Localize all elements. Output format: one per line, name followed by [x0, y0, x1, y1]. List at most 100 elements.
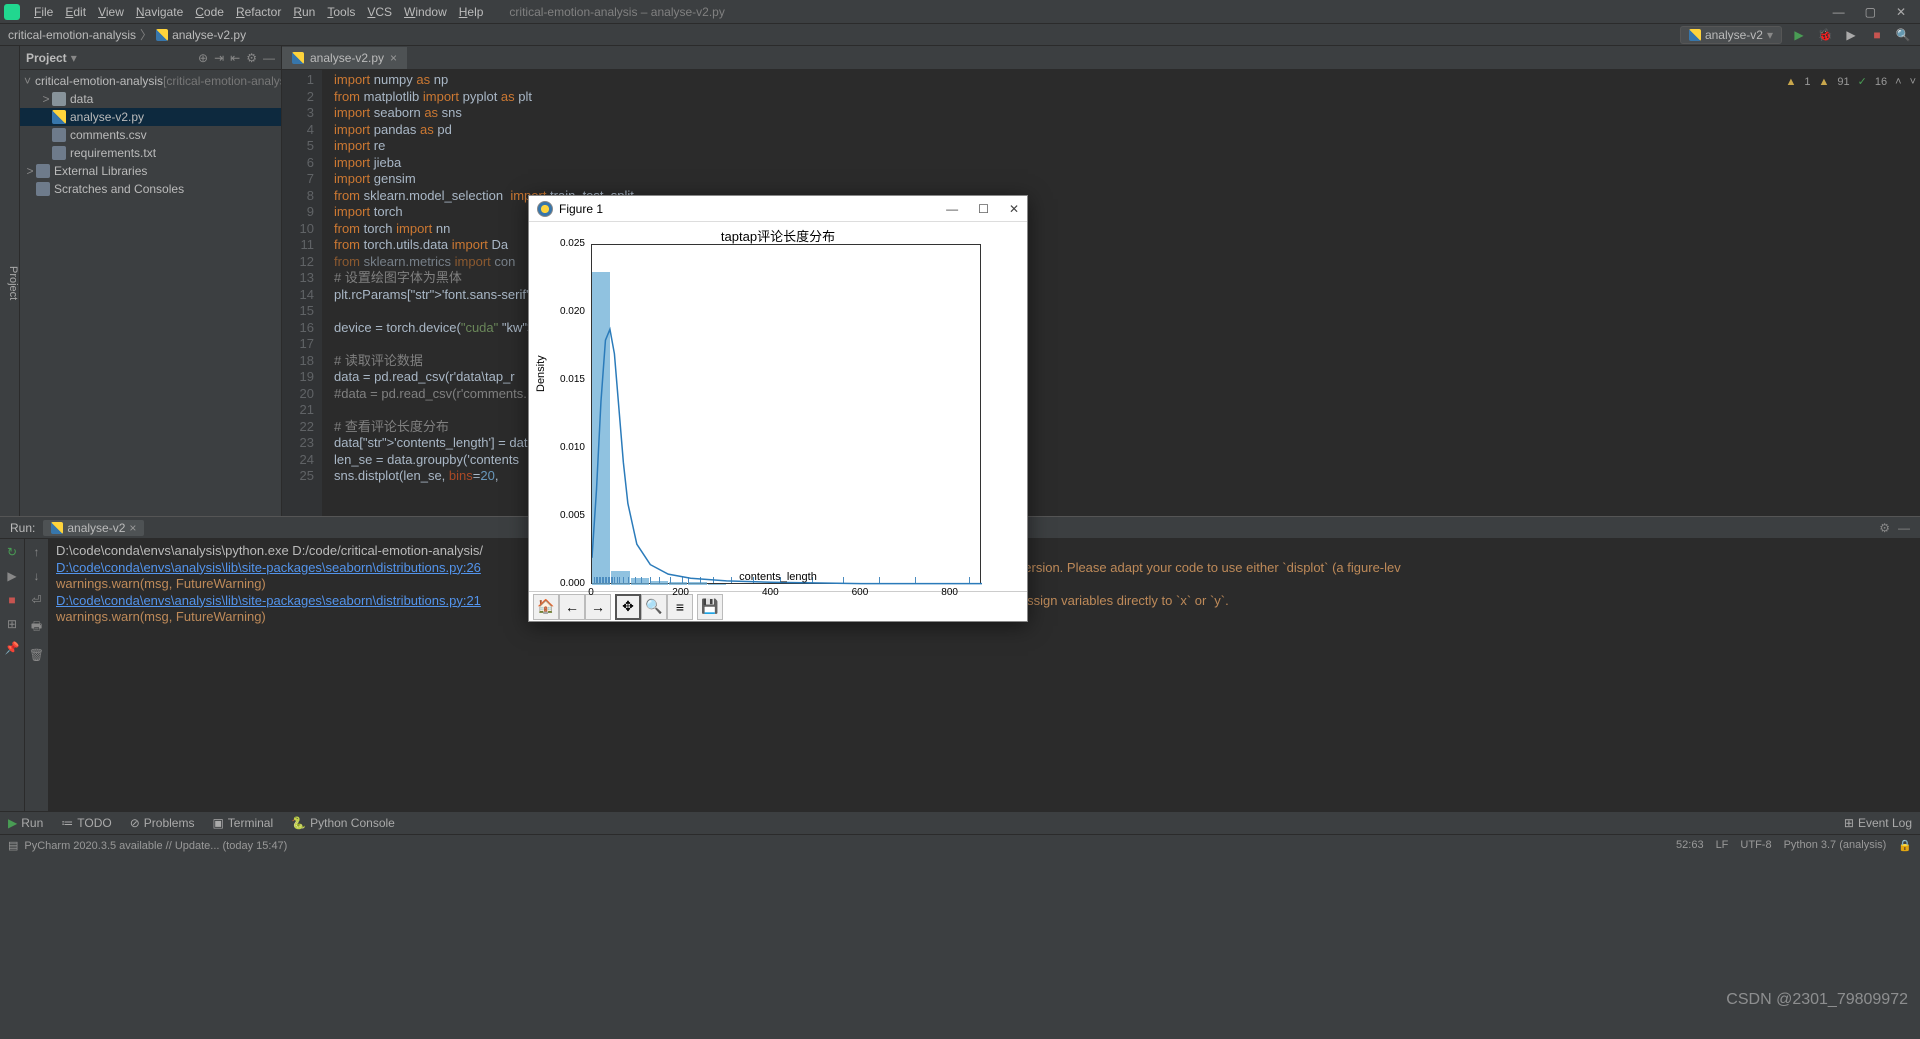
- matplotlib-icon: [537, 201, 553, 217]
- chevron-down-icon: ▾: [1767, 28, 1773, 42]
- breadcrumb: critical-emotion-analysis 〉 analyse-v2.p…: [0, 24, 1920, 46]
- menu-refactor[interactable]: Refactor: [230, 5, 287, 19]
- home-icon[interactable]: 🏠: [533, 594, 559, 620]
- launch-icon[interactable]: ▶: [7, 569, 16, 583]
- encoding[interactable]: UTF-8: [1740, 839, 1771, 852]
- close-icon[interactable]: ×: [390, 51, 397, 65]
- plot-axes: [591, 244, 981, 584]
- hide-icon[interactable]: —: [263, 51, 275, 65]
- crumb-file[interactable]: analyse-v2.py: [172, 28, 246, 42]
- run-tab[interactable]: analyse-v2 ×: [43, 520, 144, 536]
- figure-title: Figure 1: [559, 202, 603, 216]
- close-icon[interactable]: ×: [129, 521, 136, 535]
- project-panel: Project ▾ ⊕ ⇥ ⇤ ⚙ — ˅critical-emotion-an…: [20, 46, 282, 516]
- wrap-icon[interactable]: ⏎: [31, 593, 41, 607]
- line-separator[interactable]: LF: [1716, 839, 1729, 852]
- project-tree[interactable]: ˅critical-emotion-analysis [critical-emo…: [20, 70, 281, 516]
- menu-bar: FileEditViewNavigateCodeRefactorRunTools…: [0, 0, 1920, 24]
- editor-tab-label: analyse-v2.py: [310, 51, 384, 65]
- tree-item[interactable]: analyse-v2.py: [20, 108, 281, 126]
- lock-icon[interactable]: 🔒: [1898, 839, 1912, 852]
- bottom-tool-stripe: ▶Run ≔ TODO ⊘ Problems ▣ Terminal 🐍 Pyth…: [0, 811, 1920, 834]
- tree-item[interactable]: comments.csv: [20, 126, 281, 144]
- python-file-icon: [156, 29, 168, 41]
- run-button[interactable]: ▶: [1790, 26, 1808, 44]
- up-icon[interactable]: ↑: [34, 545, 40, 559]
- hide-icon[interactable]: —: [1898, 521, 1910, 535]
- trash-icon[interactable]: 🗑: [29, 648, 44, 662]
- menu-navigate[interactable]: Navigate: [130, 5, 189, 19]
- app-logo-icon: [4, 4, 20, 20]
- python-file-icon: [51, 522, 63, 534]
- menu-window[interactable]: Window: [398, 5, 453, 19]
- zoom-icon[interactable]: 🔍: [641, 594, 667, 620]
- window-title: critical-emotion-analysis – analyse-v2.p…: [509, 5, 724, 19]
- chevron-up-icon[interactable]: ˄: [1895, 74, 1901, 91]
- down-icon[interactable]: ↓: [34, 569, 40, 583]
- project-panel-title: Project: [26, 51, 67, 65]
- tree-item[interactable]: Scratches and Consoles: [20, 180, 281, 198]
- menu-vcs[interactable]: VCS: [361, 5, 398, 19]
- todo-tool-button[interactable]: ≔ TODO: [61, 816, 111, 830]
- status-message[interactable]: PyCharm 2020.3.5 available // Update... …: [24, 840, 287, 852]
- crumb-root[interactable]: critical-emotion-analysis: [8, 28, 136, 42]
- python-file-icon: [1689, 29, 1701, 41]
- project-tool-stripe[interactable]: Project: [0, 46, 20, 516]
- event-log-button[interactable]: ⊞ Event Log: [1844, 816, 1912, 830]
- layout-icon[interactable]: ⊞: [7, 617, 17, 631]
- minimize-icon[interactable]: —: [946, 202, 958, 216]
- menu-run[interactable]: Run: [287, 5, 321, 19]
- matplotlib-figure-window[interactable]: Figure 1 — ☐ ✕ taptap评论长度分布 Density cont…: [528, 195, 1028, 622]
- status-menu-icon[interactable]: ▤: [8, 839, 18, 852]
- pin-icon[interactable]: 📌: [5, 641, 20, 655]
- save-icon[interactable]: 💾: [697, 594, 723, 620]
- run-config-selector[interactable]: analyse-v2 ▾: [1680, 26, 1782, 44]
- python-console-tool-button[interactable]: 🐍 Python Console: [291, 816, 395, 830]
- run-config-name: analyse-v2: [1705, 28, 1763, 42]
- chevron-down-icon[interactable]: ˅: [1910, 74, 1916, 91]
- minimize-icon[interactable]: —: [1833, 5, 1845, 19]
- python-file-icon: [292, 52, 304, 64]
- tree-item[interactable]: requirements.txt: [20, 144, 281, 162]
- target-icon[interactable]: ⊕: [198, 51, 208, 65]
- gear-icon[interactable]: ⚙: [246, 51, 257, 65]
- close-icon[interactable]: ✕: [1896, 5, 1906, 19]
- figure-titlebar[interactable]: Figure 1 — ☐ ✕: [529, 196, 1027, 222]
- run-tool-button[interactable]: ▶Run: [8, 816, 43, 830]
- collapse-icon[interactable]: ⇥: [214, 51, 224, 65]
- menu-help[interactable]: Help: [453, 5, 490, 19]
- watermark: CSDN @2301_79809972: [1726, 991, 1908, 1009]
- typo-icon: ✓: [1858, 74, 1867, 91]
- menu-file[interactable]: File: [28, 5, 59, 19]
- coverage-button[interactable]: ▶: [1842, 26, 1860, 44]
- terminal-tool-button[interactable]: ▣ Terminal: [212, 816, 273, 830]
- menu-view[interactable]: View: [92, 5, 130, 19]
- maximize-icon[interactable]: ☐: [978, 202, 989, 216]
- print-icon[interactable]: 🖶: [31, 617, 42, 638]
- problems-tool-button[interactable]: ⊘ Problems: [130, 816, 195, 830]
- tree-item[interactable]: ˃data: [20, 90, 281, 108]
- search-icon[interactable]: 🔍: [1894, 26, 1912, 44]
- pan-icon[interactable]: ✥: [615, 594, 641, 620]
- menu-edit[interactable]: Edit: [59, 5, 92, 19]
- stop-icon[interactable]: ■: [8, 593, 15, 607]
- editor-tab[interactable]: analyse-v2.py ×: [282, 47, 408, 69]
- cursor-position[interactable]: 52:63: [1676, 839, 1704, 852]
- inspections-widget[interactable]: ▲1 ▲91 ✓16 ˄ ˅: [1786, 74, 1917, 91]
- back-icon[interactable]: ←: [559, 594, 585, 620]
- interpreter[interactable]: Python 3.7 (analysis): [1784, 839, 1887, 852]
- tree-item[interactable]: ˅critical-emotion-analysis [critical-emo…: [20, 72, 281, 90]
- gear-icon[interactable]: ⚙: [1879, 521, 1890, 535]
- close-icon[interactable]: ✕: [1009, 202, 1019, 216]
- stop-button[interactable]: ■: [1868, 26, 1886, 44]
- figure-canvas[interactable]: taptap评论长度分布 Density contents_length 0.0…: [529, 222, 1027, 591]
- maximize-icon[interactable]: ▢: [1865, 5, 1876, 19]
- menu-tools[interactable]: Tools: [321, 5, 361, 19]
- x-axis-label: contents_length: [529, 571, 1027, 583]
- menu-code[interactable]: Code: [189, 5, 230, 19]
- warning-icon: ▲: [1786, 74, 1797, 91]
- rerun-icon[interactable]: ↻: [7, 545, 17, 559]
- expand-icon[interactable]: ⇤: [230, 51, 240, 65]
- tree-item[interactable]: ˃External Libraries: [20, 162, 281, 180]
- debug-button[interactable]: 🐞: [1816, 26, 1834, 44]
